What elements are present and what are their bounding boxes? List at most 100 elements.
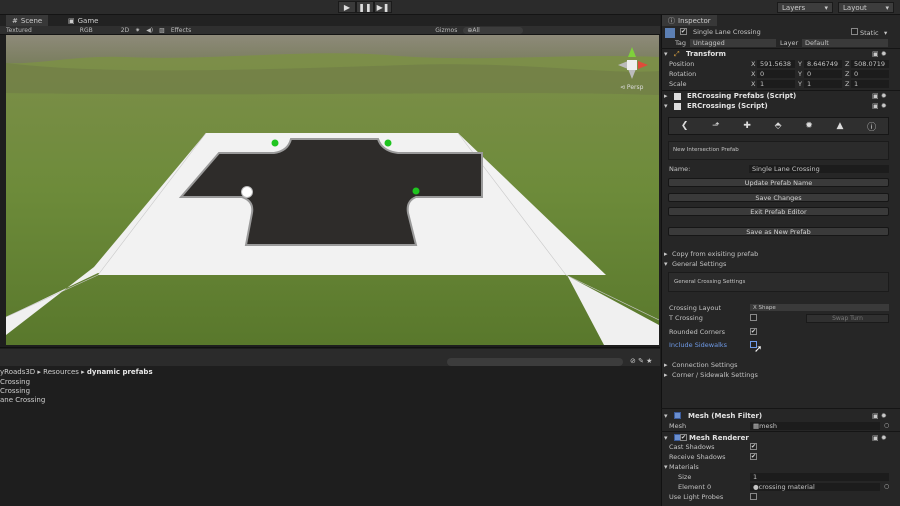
connection-marker[interactable] bbox=[271, 139, 279, 147]
component-settings-icon[interactable]: ▣ ✹ bbox=[872, 50, 887, 58]
list-item[interactable]: Crossing bbox=[0, 387, 30, 395]
project-search-input[interactable] bbox=[447, 358, 623, 366]
layers-dropdown[interactable]: Layers ▾ bbox=[777, 2, 833, 13]
general-crossing-settings-label: General Crossing Settings bbox=[674, 279, 746, 285]
rotation-z-field[interactable]: 0 bbox=[851, 70, 889, 78]
gizmos-dropdown[interactable]: Gizmos bbox=[435, 27, 457, 34]
exit-prefab-editor-button[interactable]: Exit Prefab Editor bbox=[668, 207, 889, 216]
cast-shadows-checkbox[interactable]: ✔ bbox=[750, 443, 757, 450]
pause-button[interactable]: ❚❚ bbox=[356, 1, 374, 13]
inspector-icon: ⓘ bbox=[668, 16, 675, 25]
scene-search-input[interactable]: ⊕All bbox=[463, 26, 524, 34]
tab-game[interactable]: ▣ Game bbox=[62, 15, 104, 26]
breadcrumb-item[interactable]: yRoads3D bbox=[0, 368, 35, 376]
chevron-down-icon[interactable]: ▾ bbox=[884, 29, 887, 37]
breadcrumb-current[interactable]: dynamic prefabs bbox=[87, 368, 153, 376]
materials-size-field[interactable]: 1 bbox=[750, 473, 889, 481]
element0-field[interactable]: ● crossing material bbox=[750, 483, 880, 491]
gameobject-icon bbox=[665, 28, 675, 38]
object-picker-icon[interactable]: ○ bbox=[884, 483, 889, 490]
foldout-arrow-icon[interactable]: ▸ bbox=[664, 92, 668, 100]
scene-viewport[interactable] bbox=[6, 35, 659, 345]
position-z-field[interactable]: 508.0719 bbox=[851, 60, 889, 68]
foldout-arrow-icon[interactable]: ▸ bbox=[664, 371, 668, 379]
foldout-arrow-icon[interactable]: ▸ bbox=[664, 361, 668, 369]
t-crossing-checkbox[interactable] bbox=[750, 314, 757, 321]
mesh-renderer-enabled-checkbox[interactable]: ✔ bbox=[680, 434, 687, 441]
tab-scene[interactable]: # Scene bbox=[6, 15, 49, 26]
component-settings-icon[interactable]: ▣ ✹ bbox=[872, 412, 887, 420]
connection-marker[interactable] bbox=[384, 139, 392, 147]
list-item[interactable]: ane Crossing bbox=[0, 396, 45, 404]
object-picker-icon[interactable]: ○ bbox=[884, 422, 889, 429]
rounded-corners-checkbox[interactable]: ✔ bbox=[750, 328, 757, 335]
effects-dropdown[interactable]: Effects bbox=[171, 27, 191, 34]
selected-marker[interactable] bbox=[241, 186, 253, 198]
layout-dropdown[interactable]: Layout ▾ bbox=[838, 2, 894, 13]
object-name-field[interactable]: Single Lane Crossing bbox=[690, 28, 840, 36]
marker-icon[interactable]: ▲ bbox=[836, 121, 843, 131]
render-mode-dropdown[interactable]: RGB bbox=[80, 27, 93, 34]
save-as-new-prefab-button[interactable]: Save as New Prefab bbox=[668, 227, 889, 236]
prefab-name-field[interactable]: Single Lane Crossing bbox=[749, 165, 889, 173]
image-toggle-icon[interactable]: ▨ bbox=[159, 27, 165, 34]
size-label: Size bbox=[678, 473, 692, 481]
axis-z-label: Z bbox=[845, 70, 850, 78]
foldout-arrow-icon[interactable]: ▸ bbox=[664, 250, 668, 258]
component-settings-icon[interactable]: ▣ ✹ bbox=[872, 102, 887, 110]
scale-x-field[interactable]: 1 bbox=[757, 80, 795, 88]
scale-label: Scale bbox=[669, 80, 687, 88]
back-icon[interactable]: ❮ bbox=[681, 121, 689, 131]
script-icon bbox=[674, 93, 681, 100]
info-icon[interactable]: ⓘ bbox=[867, 120, 876, 133]
component-settings-icon[interactable]: ▣ ✹ bbox=[872, 434, 887, 442]
foldout-arrow-icon[interactable]: ▾ bbox=[664, 412, 668, 420]
foldout-arrow-icon[interactable]: ▾ bbox=[664, 50, 668, 58]
step-button[interactable]: ▶❚ bbox=[374, 1, 392, 13]
tag-dropdown[interactable]: Untagged bbox=[690, 39, 776, 47]
swap-turn-button[interactable]: Swap Turn bbox=[806, 314, 889, 323]
position-y-field[interactable]: 8.646749 bbox=[804, 60, 842, 68]
foldout-arrow-icon[interactable]: ▾ bbox=[664, 434, 668, 442]
component-settings-icon[interactable]: ▣ ✹ bbox=[872, 92, 887, 100]
static-checkbox[interactable] bbox=[851, 28, 858, 35]
layer-dropdown[interactable]: Default bbox=[802, 39, 888, 47]
audio-toggle-icon[interactable]: ◀) bbox=[146, 27, 153, 34]
foldout-arrow-icon[interactable]: ▾ bbox=[664, 260, 668, 268]
play-button[interactable]: ▶ bbox=[338, 1, 356, 13]
tab-inspector[interactable]: ⓘ Inspector bbox=[662, 15, 717, 26]
list-item[interactable]: Crossing bbox=[0, 378, 30, 386]
use-light-probes-checkbox[interactable] bbox=[750, 493, 757, 500]
lighting-toggle-icon[interactable]: ✷ bbox=[135, 27, 140, 34]
shading-mode-dropdown[interactable]: Textured bbox=[6, 27, 32, 34]
save-changes-button[interactable]: Save Changes bbox=[668, 193, 889, 202]
crossing-icon[interactable]: ✚ bbox=[743, 121, 751, 131]
scale-z-field[interactable]: 1 bbox=[851, 80, 889, 88]
rotation-y-field[interactable]: 0 bbox=[804, 70, 842, 78]
rotation-x-field[interactable]: 0 bbox=[757, 70, 795, 78]
crossing-layout-dropdown[interactable]: X Shape bbox=[750, 304, 889, 311]
position-x-field[interactable]: 591.5638 bbox=[757, 60, 795, 68]
terrain-icon[interactable]: ⬘ bbox=[775, 121, 782, 131]
connection-settings-foldout[interactable]: Connection Settings bbox=[672, 361, 738, 369]
gear-icon[interactable]: ✹ bbox=[805, 121, 813, 131]
foldout-arrow-icon[interactable]: ▾ bbox=[664, 463, 668, 471]
corner-sidewalk-settings-foldout[interactable]: Corner / Sidewalk Settings bbox=[672, 371, 758, 379]
connection-marker[interactable] bbox=[412, 187, 420, 195]
mesh-field[interactable]: ▦ mesh bbox=[750, 422, 880, 430]
filter-icons[interactable]: ⊘ ✎ ★ bbox=[630, 357, 652, 365]
update-prefab-name-button[interactable]: Update Prefab Name bbox=[668, 178, 889, 187]
receive-shadows-checkbox[interactable]: ✔ bbox=[750, 453, 757, 460]
axis-z-label: Z bbox=[845, 80, 850, 88]
scale-y-field[interactable]: 1 bbox=[804, 80, 842, 88]
breadcrumb-item[interactable]: Resources bbox=[43, 368, 79, 376]
materials-foldout[interactable]: Materials bbox=[669, 463, 699, 471]
general-settings-foldout[interactable]: General Settings bbox=[672, 260, 726, 268]
road-icon[interactable]: ⬏ bbox=[712, 121, 720, 131]
copy-from-prefab-foldout[interactable]: Copy from exisiting prefab bbox=[672, 250, 758, 258]
foldout-arrow-icon[interactable]: ▾ bbox=[664, 102, 668, 110]
script-icon bbox=[674, 103, 681, 110]
axis-y-label: Y bbox=[798, 80, 802, 88]
active-checkbox[interactable]: ✔ bbox=[680, 28, 687, 35]
2d-toggle[interactable]: 2D bbox=[121, 27, 129, 34]
